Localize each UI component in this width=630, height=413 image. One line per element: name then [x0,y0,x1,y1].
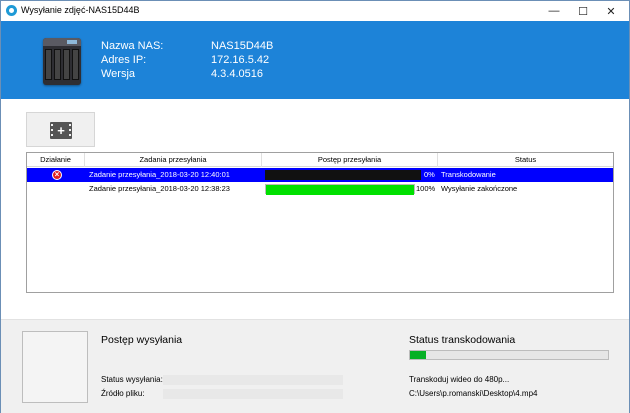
add-video-button[interactable]: + [26,112,95,147]
task-status: Wysyłanie zakończone [441,184,518,193]
upload-status-label: Status wysyłania: [101,375,163,384]
transcode-task-text: Transkoduj wideo do 480p... [409,375,510,384]
version-value: 4.3.4.0516 [211,68,263,80]
upload-status-value [163,375,343,385]
upload-tasks-table: Działanie Zadania przesyłania Postęp prz… [26,152,614,293]
table-header: Działanie Zadania przesyłania Postęp prz… [27,153,613,167]
source-file-label: Źródło pliku: [101,389,145,398]
film-plus-icon: + [50,122,72,139]
task-name: Zadanie przesyłania_2018-03-20 12:40:01 [89,170,230,179]
minimize-button[interactable]: — [541,1,567,21]
close-button[interactable]: ✕ [598,1,624,21]
maximize-button[interactable]: ☐ [570,1,596,21]
transcode-progress-bar [409,350,609,360]
progress-percent: 100% [416,184,436,193]
upload-progress-bar [265,184,415,195]
transcode-file-path: C:\Users\p.romanski\Desktop\4.mp4 [409,389,538,398]
details-panel: Postęp wysyłania Status wysyłania: Źródł… [1,319,629,413]
column-header-action[interactable]: Działanie [27,153,85,167]
nas-name-label: Nazwa NAS: [101,40,164,52]
window-title: Wysyłanie zdjęć-NAS15D44B [21,5,140,15]
column-header-status[interactable]: Status [438,153,613,167]
task-name: Zadanie przesyłania_2018-03-20 12:38:23 [89,184,230,193]
upload-progress-title: Postęp wysyłania [101,334,183,346]
nas-info-header: Nazwa NAS: NAS15D44B Adres IP: 172.16.5.… [1,21,629,99]
qnap-app-icon [6,5,17,16]
upload-progress-bar [265,170,421,180]
task-status: Transkodowanie [441,170,496,179]
video-thumbnail [22,331,88,403]
upload-window: Wysyłanie zdjęć-NAS15D44B — ☐ ✕ Nazwa NA… [0,0,630,413]
source-file-value [163,389,343,399]
ip-address-label: Adres IP: [101,54,147,66]
table-row[interactable]: × Zadanie przesyłania_2018-03-20 12:40:0… [27,168,613,182]
progress-percent: 0% [424,170,435,179]
transcode-status-title: Status transkodowania [409,334,516,346]
column-header-progress[interactable]: Postęp przesyłania [262,153,438,167]
title-bar[interactable]: Wysyłanie zdjęć-NAS15D44B — ☐ ✕ [1,1,629,21]
column-header-tasks[interactable]: Zadania przesyłania [85,153,262,167]
error-icon[interactable]: × [52,170,62,180]
version-label: Wersja [101,68,136,80]
nas-name-value: NAS15D44B [211,40,274,52]
nas-device-icon [43,38,81,85]
table-row[interactable]: Zadanie przesyłania_2018-03-20 12:38:23 … [27,182,613,196]
ip-address-value: 172.16.5.42 [211,54,270,66]
